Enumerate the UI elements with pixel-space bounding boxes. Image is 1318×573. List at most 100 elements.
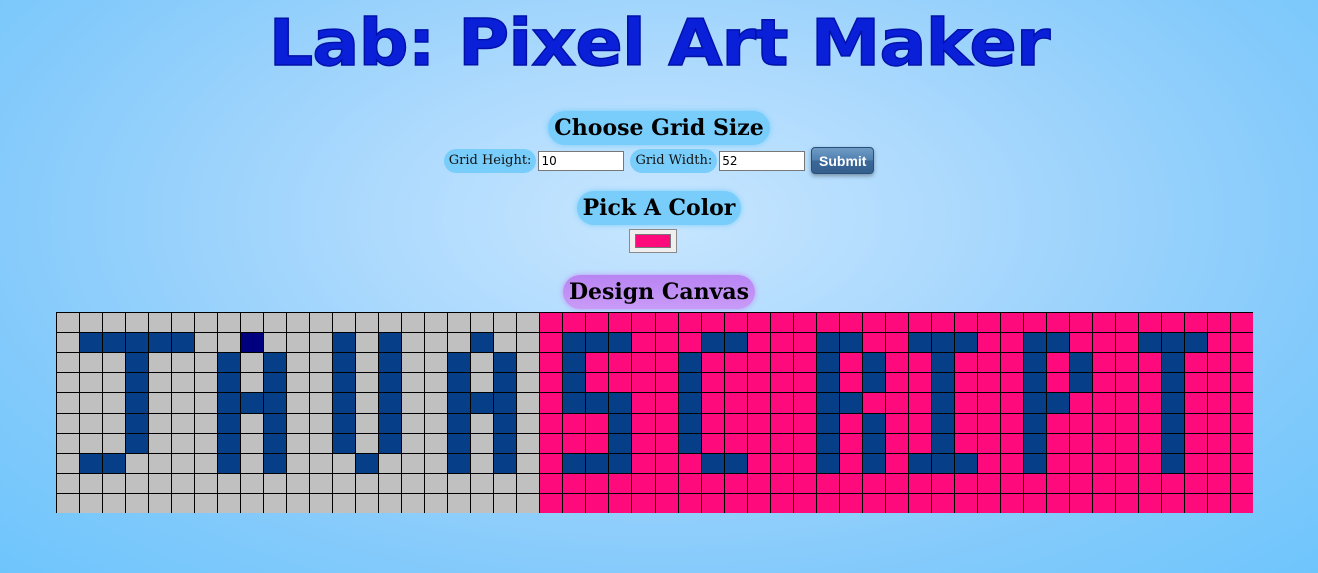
canvas-cell[interactable] bbox=[149, 373, 171, 392]
canvas-cell[interactable] bbox=[218, 454, 240, 473]
canvas-cell[interactable] bbox=[840, 434, 862, 453]
canvas-cell[interactable] bbox=[909, 474, 931, 493]
canvas-cell[interactable] bbox=[494, 313, 516, 332]
canvas-cell[interactable] bbox=[702, 434, 724, 453]
canvas-cell[interactable] bbox=[356, 333, 378, 352]
canvas-cell[interactable] bbox=[609, 474, 631, 493]
canvas-cell[interactable] bbox=[863, 414, 885, 433]
canvas-cell[interactable] bbox=[748, 474, 770, 493]
canvas-cell[interactable] bbox=[1024, 414, 1046, 433]
canvas-cell[interactable] bbox=[172, 414, 194, 433]
canvas-cell[interactable] bbox=[978, 434, 1000, 453]
canvas-cell[interactable] bbox=[103, 373, 125, 392]
canvas-cell[interactable] bbox=[517, 353, 539, 372]
canvas-cell[interactable] bbox=[863, 434, 885, 453]
canvas-cell[interactable] bbox=[103, 333, 125, 352]
canvas-cell[interactable] bbox=[586, 333, 608, 352]
canvas-cell[interactable] bbox=[679, 373, 701, 392]
canvas-cell[interactable] bbox=[471, 333, 493, 352]
canvas-cell[interactable] bbox=[886, 474, 908, 493]
canvas-cell[interactable] bbox=[241, 373, 263, 392]
canvas-cell[interactable] bbox=[103, 434, 125, 453]
canvas-cell[interactable] bbox=[817, 353, 839, 372]
canvas-cell[interactable] bbox=[771, 333, 793, 352]
canvas-cell[interactable] bbox=[656, 353, 678, 372]
canvas-cell[interactable] bbox=[149, 474, 171, 493]
canvas-cell[interactable] bbox=[356, 313, 378, 332]
canvas-cell[interactable] bbox=[1024, 454, 1046, 473]
canvas-cell[interactable] bbox=[57, 474, 79, 493]
canvas-cell[interactable] bbox=[679, 414, 701, 433]
canvas-cell[interactable] bbox=[1139, 414, 1161, 433]
canvas-cell[interactable] bbox=[402, 454, 424, 473]
canvas-cell[interactable] bbox=[448, 373, 470, 392]
canvas-cell[interactable] bbox=[471, 414, 493, 433]
canvas-cell[interactable] bbox=[172, 454, 194, 473]
canvas-cell[interactable] bbox=[909, 494, 931, 513]
canvas-cell[interactable] bbox=[333, 474, 355, 493]
canvas-cell[interactable] bbox=[932, 353, 954, 372]
canvas-cell[interactable] bbox=[886, 333, 908, 352]
canvas-cell[interactable] bbox=[1001, 474, 1023, 493]
canvas-cell[interactable] bbox=[310, 454, 332, 473]
canvas-cell[interactable] bbox=[379, 434, 401, 453]
canvas-cell[interactable] bbox=[1070, 454, 1092, 473]
canvas-cell[interactable] bbox=[1001, 333, 1023, 352]
canvas-cell[interactable] bbox=[1185, 434, 1207, 453]
canvas-cell[interactable] bbox=[1162, 353, 1184, 372]
canvas-cell[interactable] bbox=[909, 393, 931, 413]
canvas-cell[interactable] bbox=[955, 494, 977, 513]
canvas-cell[interactable] bbox=[494, 434, 516, 453]
canvas-cell[interactable] bbox=[1047, 373, 1069, 392]
canvas-cell[interactable] bbox=[609, 414, 631, 433]
canvas-cell[interactable] bbox=[494, 333, 516, 352]
canvas-cell[interactable] bbox=[241, 333, 263, 352]
canvas-cell[interactable] bbox=[471, 454, 493, 473]
canvas-cell[interactable] bbox=[863, 494, 885, 513]
canvas-cell[interactable] bbox=[494, 454, 516, 473]
canvas-cell[interactable] bbox=[172, 313, 194, 332]
canvas-cell[interactable] bbox=[955, 474, 977, 493]
canvas-cell[interactable] bbox=[886, 313, 908, 332]
canvas-cell[interactable] bbox=[356, 474, 378, 493]
canvas-cell[interactable] bbox=[632, 393, 655, 413]
canvas-cell[interactable] bbox=[1024, 333, 1046, 352]
canvas-cell[interactable] bbox=[725, 414, 747, 433]
canvas-cell[interactable] bbox=[1093, 353, 1115, 372]
canvas-cell[interactable] bbox=[955, 373, 977, 392]
canvas-cell[interactable] bbox=[195, 434, 217, 453]
canvas-cell[interactable] bbox=[57, 333, 79, 352]
canvas-cell[interactable] bbox=[103, 474, 125, 493]
canvas-cell[interactable] bbox=[771, 474, 793, 493]
canvas-cell[interactable] bbox=[932, 373, 954, 392]
canvas-cell[interactable] bbox=[840, 414, 862, 433]
canvas-cell[interactable] bbox=[333, 454, 355, 473]
canvas-cell[interactable] bbox=[1139, 353, 1161, 372]
canvas-cell[interactable] bbox=[863, 313, 885, 332]
canvas-cell[interactable] bbox=[978, 353, 1000, 372]
canvas-cell[interactable] bbox=[448, 474, 470, 493]
canvas-cell[interactable] bbox=[1162, 494, 1184, 513]
canvas-cell[interactable] bbox=[241, 414, 263, 433]
canvas-cell[interactable] bbox=[241, 313, 263, 332]
canvas-cell[interactable] bbox=[333, 494, 355, 513]
canvas-cell[interactable] bbox=[494, 393, 516, 413]
canvas-cell[interactable] bbox=[748, 333, 770, 352]
canvas-cell[interactable] bbox=[80, 393, 102, 413]
canvas-cell[interactable] bbox=[817, 414, 839, 433]
canvas-cell[interactable] bbox=[172, 393, 194, 413]
canvas-cell[interactable] bbox=[1231, 333, 1253, 352]
canvas-cell[interactable] bbox=[725, 393, 747, 413]
canvas-cell[interactable] bbox=[1070, 313, 1092, 332]
canvas-cell[interactable] bbox=[932, 414, 954, 433]
canvas-cell[interactable] bbox=[172, 373, 194, 392]
canvas-cell[interactable] bbox=[586, 393, 608, 413]
canvas-cell[interactable] bbox=[287, 313, 309, 332]
canvas-cell[interactable] bbox=[656, 333, 678, 352]
canvas-cell[interactable] bbox=[794, 313, 816, 332]
canvas-cell[interactable] bbox=[909, 454, 931, 473]
canvas-cell[interactable] bbox=[1070, 414, 1092, 433]
canvas-cell[interactable] bbox=[1231, 474, 1253, 493]
canvas-cell[interactable] bbox=[448, 414, 470, 433]
canvas-cell[interactable] bbox=[103, 353, 125, 372]
